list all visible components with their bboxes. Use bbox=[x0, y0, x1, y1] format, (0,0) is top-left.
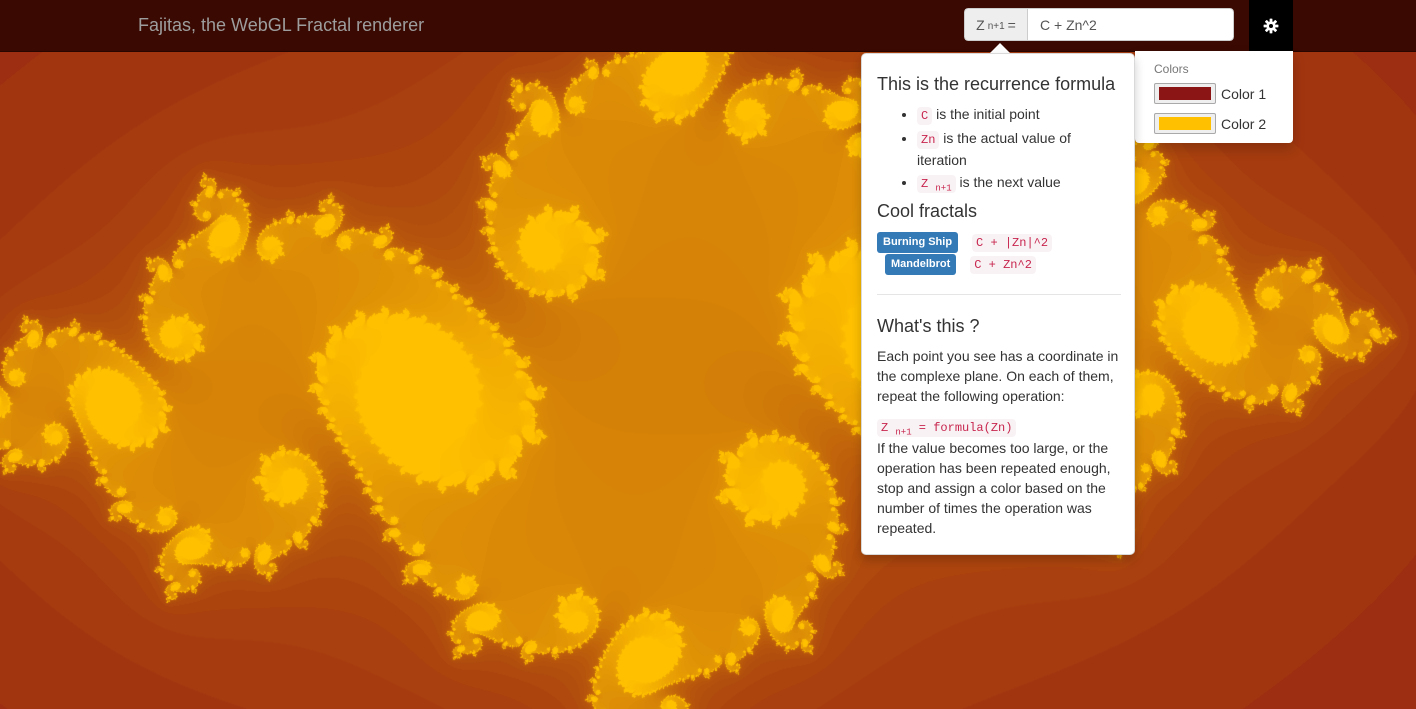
op-sub: n+1 bbox=[895, 427, 912, 438]
fractal-row-burning-ship: Burning Ship C + |Zn|^2 bbox=[877, 232, 1053, 253]
color-1-picker[interactable] bbox=[1154, 83, 1216, 104]
color-2-label: Color 2 bbox=[1221, 115, 1267, 132]
code-c: C bbox=[917, 107, 933, 125]
list-item: C is the initial point bbox=[917, 104, 1117, 126]
cool-fractals-title: Cool fractals bbox=[877, 201, 978, 221]
colors-header: Colors bbox=[1154, 62, 1189, 76]
recurrence-title: This is the recurrence formula bbox=[877, 74, 1116, 94]
list-item: Z n+1 is the next value bbox=[917, 172, 1117, 198]
divider bbox=[877, 294, 1121, 295]
mandelbrot-button[interactable]: Mandelbrot bbox=[885, 254, 957, 275]
navbar: Fajitas, the WebGL Fractal renderer Z n+… bbox=[0, 0, 1416, 52]
color-2-swatch bbox=[1159, 117, 1211, 130]
popover-arrow bbox=[990, 43, 1010, 53]
colors-dropdown: Colors Color 1 Color 2 bbox=[1135, 51, 1293, 143]
burning-ship-button[interactable]: Burning Ship bbox=[877, 232, 959, 253]
code-z-next: Z n+1 bbox=[917, 175, 956, 193]
formula-addon: Z n+1 = bbox=[964, 8, 1027, 41]
formula-addon-eq: = bbox=[1007, 16, 1016, 33]
bullet-text: is the actual value of iteration bbox=[917, 130, 1071, 168]
mandelbrot-formula: C + Zn^2 bbox=[970, 255, 1036, 274]
color-1-row: Color 1 bbox=[1154, 83, 1266, 104]
op-rest: = formula(Zn) bbox=[911, 421, 1013, 435]
formula-input[interactable] bbox=[1027, 8, 1234, 41]
fractal-row-mandelbrot: Mandelbrot C + Zn^2 bbox=[885, 254, 1036, 275]
stop-condition-text: If the value becomes too large, or the o… bbox=[877, 440, 1111, 536]
explanation-text: Each point you see has a coordinate in t… bbox=[877, 348, 1119, 404]
bullet-text: is the initial point bbox=[936, 106, 1040, 122]
bullet-text: is the next value bbox=[959, 174, 1061, 190]
code-zn: Zn bbox=[917, 131, 940, 149]
color-2-row: Color 2 bbox=[1154, 113, 1266, 134]
formula-input-group: Z n+1 = bbox=[964, 8, 1234, 41]
brand-title[interactable]: Fajitas, the WebGL Fractal renderer bbox=[138, 15, 424, 36]
formula-addon-sub: n+1 bbox=[987, 21, 1005, 32]
code-sub: n+1 bbox=[935, 183, 952, 194]
op-z: Z bbox=[881, 421, 889, 435]
formula-addon-z: Z bbox=[976, 16, 985, 33]
color-1-swatch bbox=[1159, 87, 1211, 100]
settings-button[interactable] bbox=[1249, 0, 1293, 51]
color-2-picker[interactable] bbox=[1154, 113, 1216, 134]
color-1-label: Color 1 bbox=[1221, 85, 1267, 102]
recurrence-list: C is the initial point Zn is the actual … bbox=[877, 104, 1117, 200]
code-z: Z bbox=[921, 177, 929, 191]
gear-icon bbox=[1263, 18, 1279, 33]
list-item: Zn is the actual value of iteration bbox=[917, 128, 1117, 170]
burning-ship-formula: C + |Zn|^2 bbox=[972, 233, 1053, 252]
help-popover: This is the recurrence formula C is the … bbox=[861, 53, 1135, 555]
whats-this-title: What's this ? bbox=[877, 316, 980, 336]
operation-code: Z n+1 = formula(Zn) bbox=[877, 419, 1017, 438]
